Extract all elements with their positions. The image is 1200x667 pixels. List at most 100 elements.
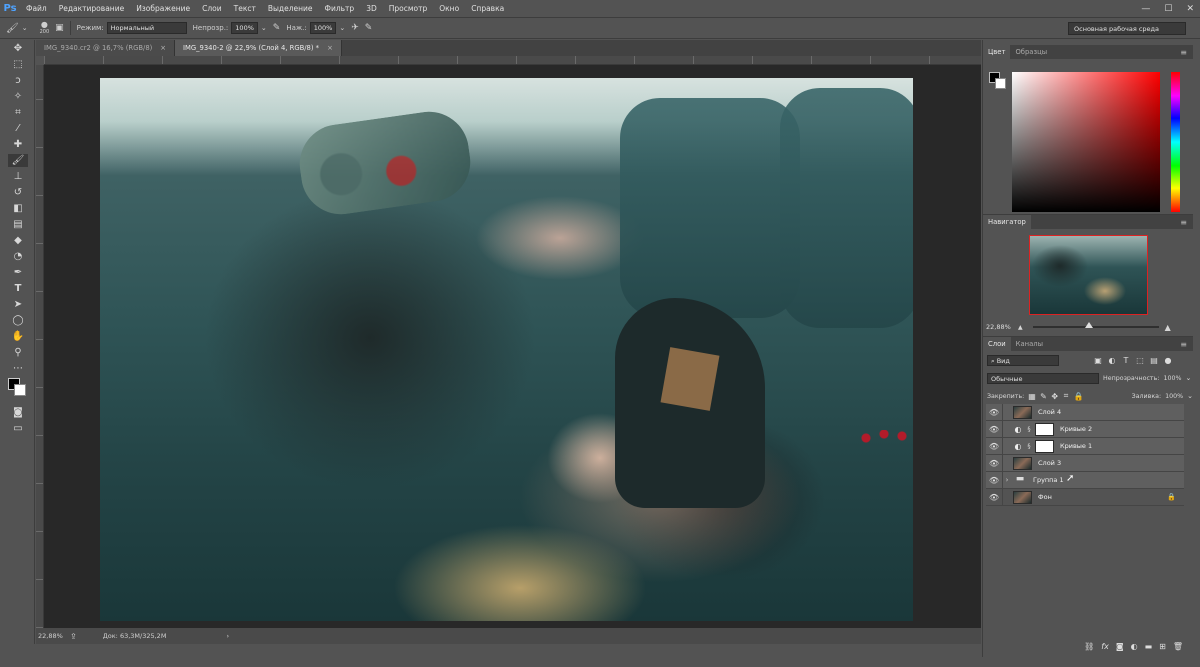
background-color-swatch[interactable]	[995, 78, 1006, 89]
tab-color[interactable]: Цвет	[983, 45, 1011, 59]
crop-tool-icon[interactable]: ⌗	[8, 106, 28, 119]
chevron-down-icon[interactable]: ⌄	[339, 24, 345, 32]
tab-layers[interactable]: Слои	[983, 337, 1011, 351]
zoom-level[interactable]: 22,88%	[36, 632, 70, 640]
lock-all-icon[interactable]: 🔒	[1074, 392, 1084, 401]
close-icon[interactable]: ×	[160, 40, 166, 56]
menu-select[interactable]: Выделение	[262, 0, 319, 17]
filter-type-icon[interactable]: T	[1121, 356, 1131, 365]
slider-knob[interactable]	[1085, 322, 1094, 328]
brush-panel-toggle[interactable]: ▣	[55, 23, 64, 33]
eye-icon[interactable]: 👁	[986, 471, 1003, 489]
opacity-input[interactable]: 100%	[231, 22, 258, 34]
filter-adjustment-icon[interactable]: ◐	[1107, 356, 1117, 365]
zoom-out-icon[interactable]: ▲	[1018, 324, 1023, 331]
opacity-value[interactable]: 100%	[1163, 375, 1181, 382]
panel-menu-icon[interactable]: ≡	[1180, 48, 1187, 57]
filter-smart-icon[interactable]: ▤	[1149, 356, 1159, 365]
more-tools-icon[interactable]: ⋯	[8, 362, 28, 375]
pen-tool-icon[interactable]: ✒	[8, 266, 28, 279]
navigator-zoom-value[interactable]: 22,88%	[986, 323, 1018, 331]
pressure-input[interactable]: 100%	[309, 22, 337, 34]
filter-toggle-icon[interactable]: ●	[1163, 356, 1173, 365]
doc-tab-active[interactable]: IMG_9340-2 @ 22,9% (Слой 4, RGB/8) * ×	[175, 40, 342, 56]
menu-filter[interactable]: Фильтр	[319, 0, 361, 17]
layer-mask-thumbnail[interactable]	[1035, 422, 1054, 436]
layer-name[interactable]: Кривые 2	[1060, 425, 1092, 433]
add-mask-icon[interactable]: ◙	[1116, 642, 1124, 651]
layer-filter-select[interactable]: ⌕ Вид	[987, 354, 1059, 366]
color-picker-field[interactable]	[1012, 72, 1160, 212]
layer-name[interactable]: Слой 3	[1038, 459, 1061, 467]
foreground-background-colors[interactable]	[8, 378, 30, 400]
healing-brush-tool-icon[interactable]: ✚	[8, 138, 28, 151]
pressure-opacity-toggle[interactable]: ✎	[273, 23, 281, 33]
navigator-zoom-slider[interactable]	[1032, 322, 1159, 328]
eyedropper-tool-icon[interactable]: ⁄	[8, 122, 28, 135]
brush-tool-icon[interactable]: 🖌	[8, 154, 28, 167]
mode-select[interactable]: Нормальный	[106, 22, 187, 34]
minimize-icon[interactable]: —	[1141, 4, 1150, 14]
menu-3d[interactable]: 3D	[360, 0, 383, 17]
pressure-size-toggle[interactable]: ✎	[365, 23, 373, 33]
document-image[interactable]	[100, 78, 913, 621]
background-color-swatch[interactable]	[14, 384, 26, 396]
link-icon[interactable]: §	[1025, 442, 1033, 450]
move-tool-icon[interactable]: ✥	[8, 42, 28, 55]
layer-name[interactable]: Фон	[1038, 493, 1052, 501]
lasso-tool-icon[interactable]: ↄ	[8, 74, 28, 87]
navigator-thumbnail[interactable]	[1029, 235, 1148, 315]
hand-tool-icon[interactable]: ✋	[8, 330, 28, 343]
chevron-right-icon[interactable]: ›	[226, 632, 229, 640]
tab-channels[interactable]: Каналы	[1011, 337, 1048, 351]
menu-type[interactable]: Текст	[228, 0, 262, 17]
close-icon[interactable]: ✕	[1186, 4, 1194, 14]
canvas-area[interactable]	[44, 65, 981, 628]
trash-icon[interactable]: 🗑	[1173, 642, 1183, 651]
chevron-right-icon[interactable]: ›	[1003, 476, 1011, 484]
blend-mode-select[interactable]: Обычные	[987, 372, 1099, 384]
chevron-down-icon[interactable]: ⌄	[1185, 374, 1191, 382]
menu-image[interactable]: Изображение	[130, 0, 196, 17]
eraser-tool-icon[interactable]: ◧	[8, 202, 28, 215]
close-icon[interactable]: ×	[327, 40, 333, 56]
layer-row-group1[interactable]: 👁 › ▬ Группа 1 ➚	[986, 471, 1184, 489]
workspace-select[interactable]: Основная рабочая среда	[1068, 22, 1186, 35]
layer-mask-thumbnail[interactable]	[1035, 439, 1054, 453]
eye-icon[interactable]: 👁	[986, 454, 1003, 472]
tab-navigator[interactable]: Навигатор	[983, 215, 1031, 229]
panel-menu-icon[interactable]: ≡	[1180, 218, 1187, 227]
eye-icon[interactable]: 👁	[986, 403, 1003, 421]
new-adjustment-icon[interactable]: ◐	[1131, 642, 1138, 651]
eye-icon[interactable]: 👁	[986, 488, 1003, 506]
brush-size-preview[interactable]: ● 200	[40, 21, 50, 36]
menu-help[interactable]: Справка	[465, 0, 510, 17]
airbrush-toggle[interactable]: ✈	[351, 23, 359, 33]
filter-pixel-icon[interactable]: ▣	[1093, 356, 1103, 365]
chevron-down-icon[interactable]: ⌄	[261, 24, 267, 32]
fx-icon[interactable]: fx	[1101, 642, 1109, 651]
layer-row-background[interactable]: 👁 Фон 🔒	[986, 488, 1184, 506]
layer-row-sloy3[interactable]: 👁 Слой 3	[986, 454, 1184, 472]
quick-select-tool-icon[interactable]: ✧	[8, 90, 28, 103]
gradient-tool-icon[interactable]: ▤	[8, 218, 28, 231]
menu-view[interactable]: Просмотр	[383, 0, 434, 17]
layer-row-sloy4[interactable]: 👁 Слой 4	[986, 403, 1184, 421]
zoom-tool-icon[interactable]: ⚲	[8, 346, 28, 359]
lock-artboard-icon[interactable]: ⌗	[1062, 391, 1069, 401]
eye-icon[interactable]: 👁	[986, 420, 1003, 438]
blur-tool-icon[interactable]: ◆	[8, 234, 28, 247]
new-layer-icon[interactable]: ⊞	[1159, 642, 1166, 651]
history-brush-tool-icon[interactable]: ↺	[8, 186, 28, 199]
layer-name[interactable]: Группа 1	[1033, 476, 1064, 484]
layer-row-curves2[interactable]: 👁 ◐ § Кривые 2	[986, 420, 1184, 438]
link-icon[interactable]: §	[1025, 425, 1033, 433]
dodge-tool-icon[interactable]: ◔	[8, 250, 28, 263]
tab-swatches[interactable]: Образцы	[1010, 45, 1052, 59]
doc-tab-raw[interactable]: IMG_9340.cr2 @ 16,7% (RGB/8) ×	[36, 40, 175, 56]
menu-file[interactable]: Файл	[20, 0, 53, 17]
panel-menu-icon[interactable]: ≡	[1180, 340, 1187, 349]
ellipse-tool-icon[interactable]: ◯	[8, 314, 28, 327]
quick-mask-icon[interactable]: ◙	[8, 406, 28, 419]
color-panel-swatches[interactable]	[989, 72, 1009, 94]
